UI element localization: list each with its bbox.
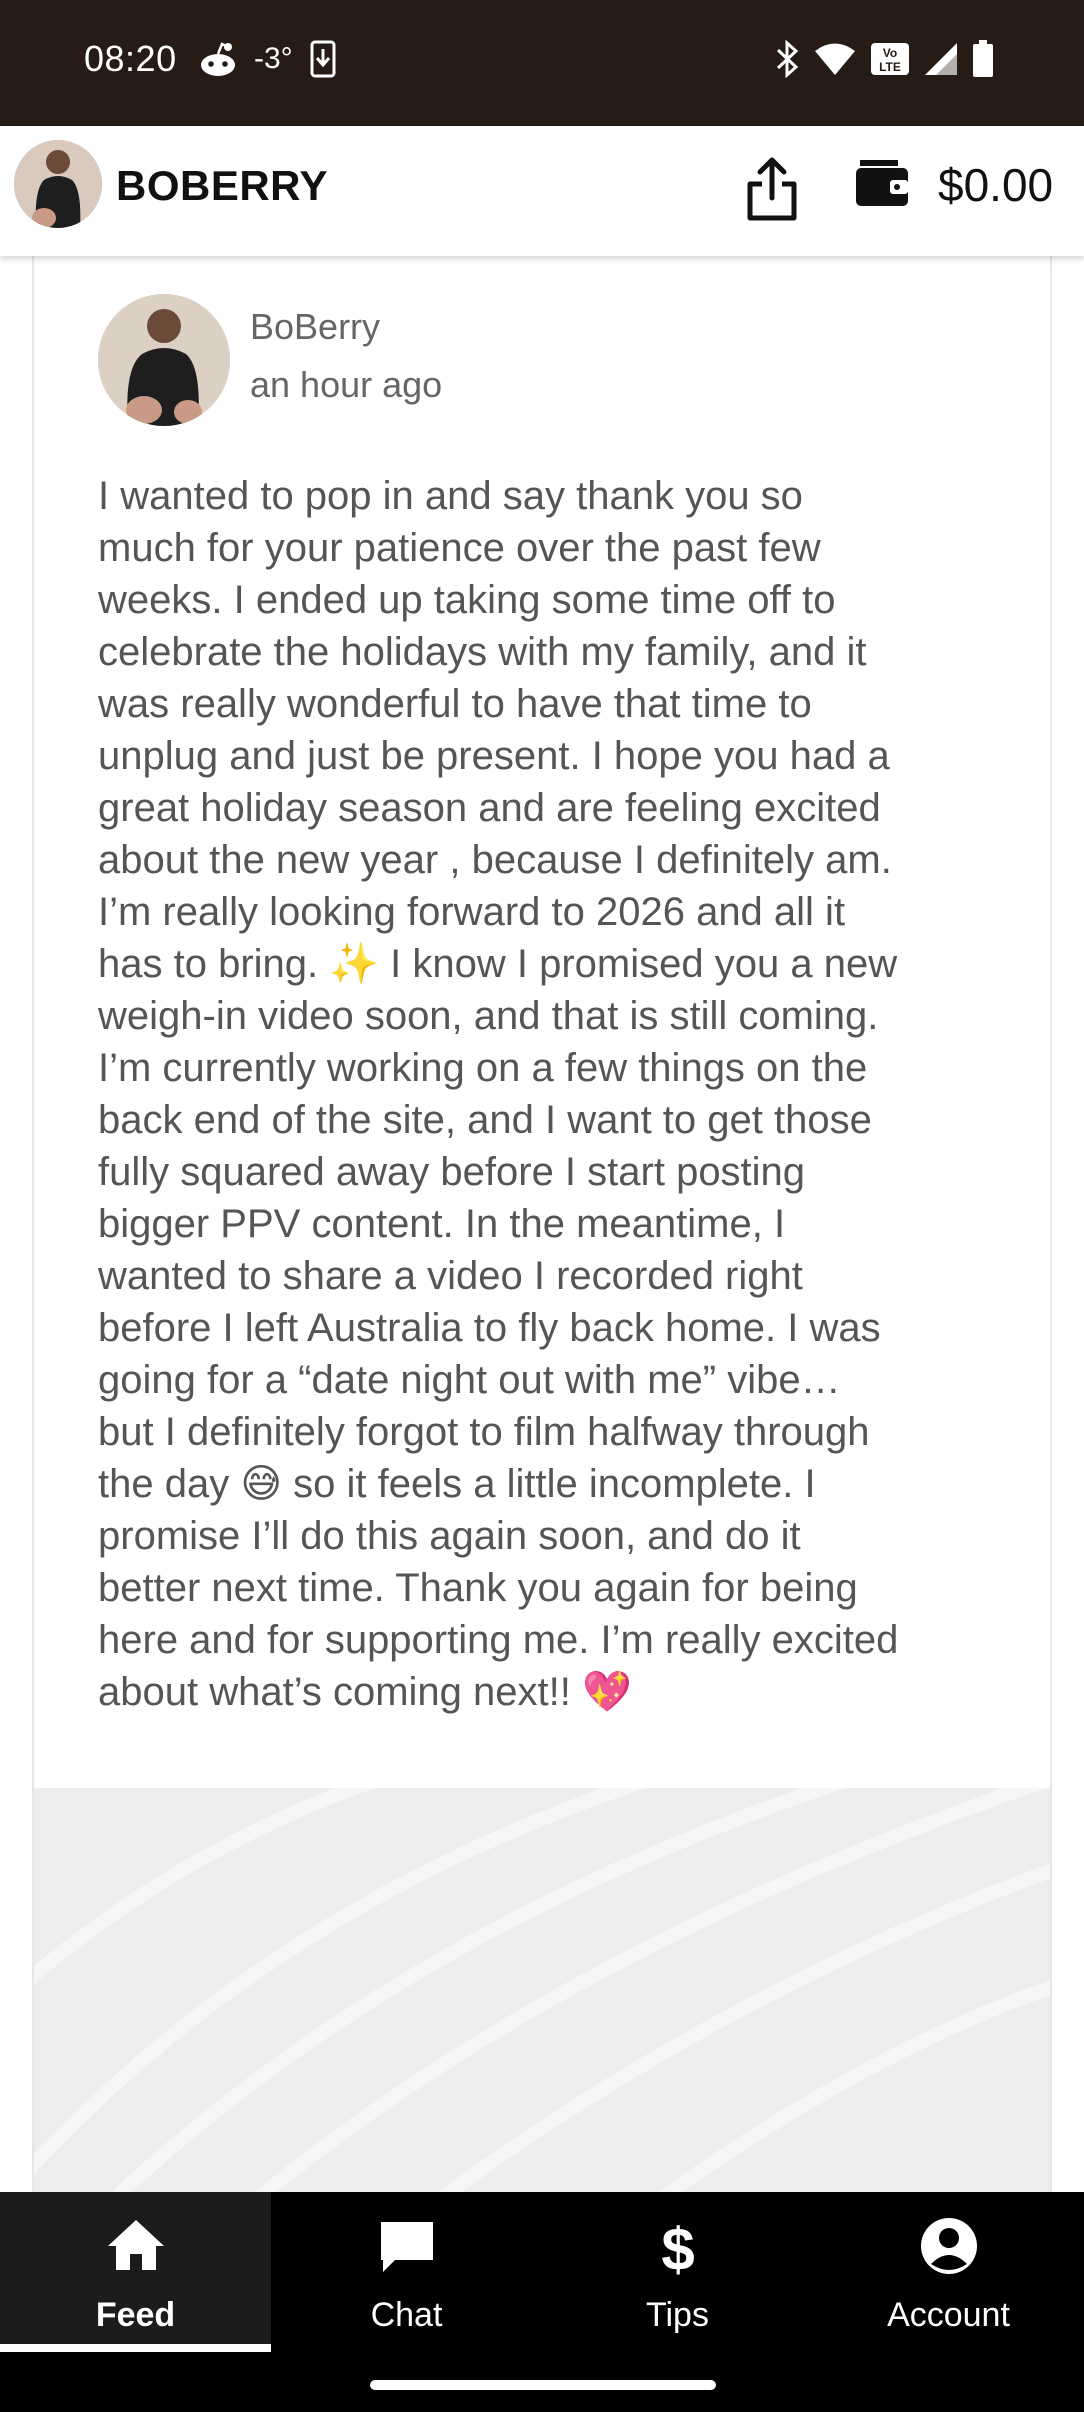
signal-icon <box>924 42 958 76</box>
svg-text:LTE: LTE <box>879 60 901 74</box>
wallet-icon <box>854 160 910 212</box>
volte-icon: Vo LTE <box>870 42 910 76</box>
nav-chat-label: Chat <box>370 2296 443 2334</box>
post-author-avatar[interactable] <box>98 294 230 426</box>
nav-account-label: Account <box>887 2296 1010 2334</box>
nav-feed-label: Feed <box>95 2296 176 2334</box>
battery-icon <box>972 40 994 78</box>
nav-tips-label: Tips <box>646 2296 709 2334</box>
wifi-icon <box>814 42 856 76</box>
media-placeholder[interactable] <box>34 1788 1050 2192</box>
dollar-icon: $ <box>646 2214 710 2283</box>
reddit-icon <box>198 41 238 77</box>
nav-feed[interactable]: Feed <box>0 2192 271 2352</box>
creator-name: BOBERRY <box>116 162 328 209</box>
post-card: BoBerry an hour ago I wanted to pop in a… <box>32 256 1052 2192</box>
share-button[interactable] <box>742 156 802 222</box>
svg-text:Vo: Vo <box>883 46 897 60</box>
nav-chat[interactable]: Chat <box>271 2192 542 2352</box>
app-header: BOBERRY $0.00 <box>0 126 1084 256</box>
creator-avatar[interactable] <box>14 140 102 228</box>
post-body-text: I wanted to pop in and say thank you so … <box>98 474 899 1714</box>
bluetooth-icon <box>774 40 800 78</box>
status-time: 08:20 <box>84 38 177 79</box>
media-placeholder-pattern <box>34 1788 1050 2192</box>
account-icon <box>917 2214 981 2278</box>
gesture-home-bar[interactable] <box>370 2380 716 2390</box>
post-timestamp: an hour ago <box>250 364 443 405</box>
share-icon <box>742 157 802 226</box>
svg-text:$: $ <box>661 2216 694 2278</box>
chat-icon <box>375 2214 439 2278</box>
nav-account[interactable]: Account <box>813 2192 1084 2352</box>
wallet-button[interactable] <box>854 156 910 208</box>
post-author-name[interactable]: BoBerry <box>250 306 380 348</box>
home-icon <box>104 2214 168 2278</box>
bottom-navigation: Feed Chat $ Tips Account <box>0 2192 1084 2412</box>
nav-tips[interactable]: $ Tips <box>542 2192 813 2352</box>
download-icon <box>309 40 337 78</box>
status-temperature: -3° <box>254 42 293 75</box>
wallet-balance[interactable]: $0.00 <box>938 158 1053 212</box>
status-bar: 08:20 -3° Vo LTE <box>0 0 1084 126</box>
nav-active-indicator <box>0 2344 271 2352</box>
